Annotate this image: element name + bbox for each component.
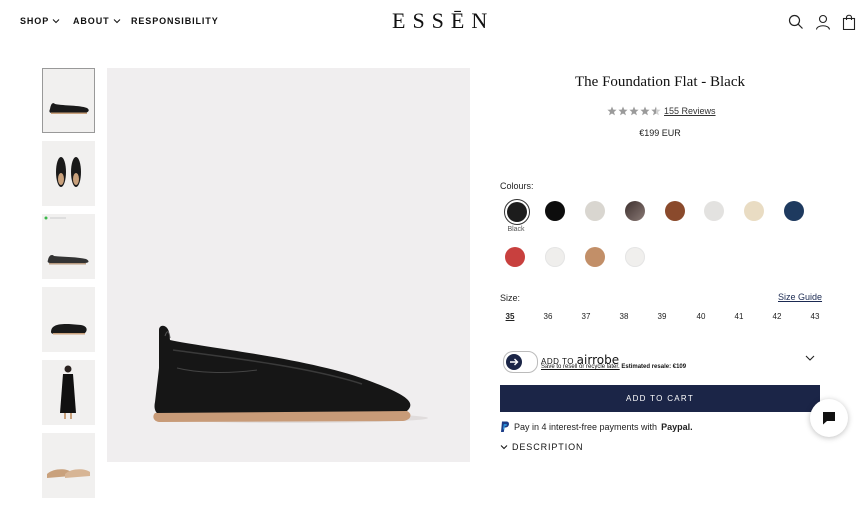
colour-swatch[interactable] [585, 247, 605, 267]
product-price: €199 EUR [639, 128, 681, 138]
size-option-37[interactable]: 37 [576, 312, 596, 321]
colour-swatch[interactable] [545, 247, 565, 267]
nav-shop[interactable]: SHOP [20, 16, 60, 26]
paypal-icon [501, 421, 509, 432]
shoe-pair-thumbnail [47, 469, 90, 478]
airrobe-resell-link[interactable]: Save to resell or recycle later. [541, 364, 620, 370]
colour-swatch[interactable] [545, 201, 565, 221]
paypal-brand: Paypal. [661, 422, 693, 432]
size-option-36[interactable]: 36 [538, 312, 558, 321]
thumbnail-side-view-grey[interactable] [42, 214, 95, 279]
rating-stars[interactable] [607, 106, 661, 116]
reviews-link[interactable]: 155 Reviews [664, 106, 716, 116]
thumbnail-gallery [42, 68, 95, 506]
size-option-35[interactable]: 35 [500, 312, 520, 321]
star-icon [629, 106, 639, 116]
search-icon[interactable] [788, 14, 804, 30]
product-title: The Foundation Flat - Black [575, 74, 745, 90]
colour-swatch[interactable] [505, 247, 525, 267]
nav-about[interactable]: ABOUT [73, 16, 121, 26]
thumbnail-heel-view[interactable] [42, 287, 95, 352]
star-icon [640, 106, 650, 116]
thumbnail-pair-view[interactable] [42, 433, 95, 498]
cart-bag-icon[interactable] [841, 14, 857, 30]
star-half-icon [651, 106, 661, 116]
shoe-heel-thumbnail [51, 324, 87, 335]
site-logo[interactable]: ESSĒN [392, 8, 494, 34]
thumbnail-side-view[interactable] [42, 68, 95, 133]
paypal-installments: Pay in 4 interest-free payments with Pay… [500, 421, 693, 433]
star-icon [607, 106, 617, 116]
shoe-side-thumbnail [49, 103, 89, 114]
description-accordion[interactable]: DESCRIPTION [500, 442, 583, 452]
size-option-40[interactable]: 40 [691, 312, 711, 321]
colour-swatch[interactable] [625, 201, 645, 221]
paypal-text: Pay in 4 interest-free payments with [514, 422, 658, 432]
chat-bubble-icon [823, 412, 835, 425]
size-label: Size: [500, 293, 521, 303]
colour-swatch-black[interactable] [507, 202, 527, 222]
model-thumbnail [60, 365, 76, 419]
airrobe-toggle[interactable] [503, 351, 538, 373]
size-option-43[interactable]: 43 [805, 312, 825, 321]
colour-swatch[interactable] [665, 201, 685, 221]
size-option-41[interactable]: 41 [729, 312, 749, 321]
size-guide-link[interactable]: Size Guide [778, 292, 822, 302]
star-icon [618, 106, 628, 116]
chevron-down-icon [52, 19, 60, 24]
site-header: SHOP ABOUT RESPONSIBILITY ESSĒN [0, 0, 863, 44]
description-label: DESCRIPTION [512, 442, 584, 452]
chevron-down-icon [500, 445, 508, 450]
add-to-cart-button[interactable]: ADD TO CART [500, 385, 820, 412]
size-option-42[interactable]: 42 [767, 312, 787, 321]
airrobe-toggle-knob [506, 354, 522, 370]
colour-swatch[interactable] [625, 247, 645, 267]
size-option-39[interactable]: 39 [652, 312, 672, 321]
airrobe-estimated-resale: Estimated resale: €109 [621, 364, 687, 370]
main-product-image[interactable] [107, 68, 470, 462]
nav-responsibility[interactable]: RESPONSIBILITY [131, 16, 219, 26]
chevron-down-icon[interactable] [805, 354, 815, 362]
nav-responsibility-label: RESPONSIBILITY [131, 16, 219, 26]
nav-about-label: ABOUT [73, 16, 110, 26]
colour-swatch[interactable] [744, 201, 764, 221]
colour-swatch[interactable] [704, 201, 724, 221]
account-icon[interactable] [815, 14, 831, 30]
nav-shop-label: SHOP [20, 16, 50, 26]
selected-colour-name: Black [507, 226, 525, 233]
size-option-38[interactable]: 38 [614, 312, 634, 321]
airrobe-subtext: Save to resell or recycle later. Estimat… [541, 364, 686, 370]
colour-swatch[interactable] [784, 201, 804, 221]
black-ballet-flat-image [153, 325, 428, 423]
shoe-side-grey-thumbnail [44, 216, 89, 265]
colour-swatch[interactable] [585, 201, 605, 221]
colours-label: Colours: [500, 181, 534, 191]
thumbnail-model-full-body[interactable] [42, 360, 95, 425]
arrow-right-icon [510, 358, 519, 366]
chevron-down-icon [113, 19, 120, 24]
thumbnail-top-view[interactable] [42, 141, 95, 206]
chat-widget-button[interactable] [810, 399, 848, 437]
shoe-top-thumbnail [56, 157, 81, 187]
